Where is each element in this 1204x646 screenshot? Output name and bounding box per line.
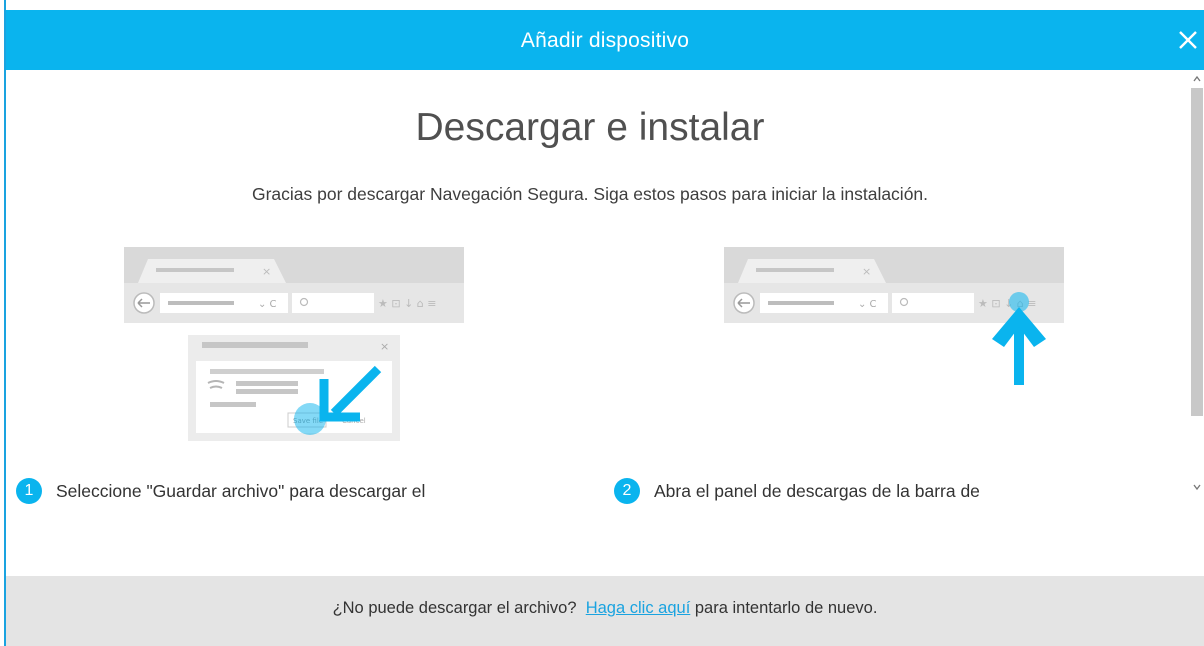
page-title: Descargar e instalar bbox=[415, 106, 765, 149]
step-number-badge: 2 bbox=[614, 478, 640, 504]
svg-text:⌄ C: ⌄ C bbox=[858, 299, 877, 310]
illustration-downloads-panel: × ⌄ C ★ ⊡ ↓ ⌂ ≡ bbox=[724, 247, 1064, 453]
footer-suffix: para intentarlo de nuevo. bbox=[694, 599, 878, 617]
step-1: 1 Seleccione "Guardar archivo" para desc… bbox=[16, 476, 425, 506]
svg-text:★ ⊡ ↓ ⌂ ≡: ★ ⊡ ↓ ⌂ ≡ bbox=[378, 297, 436, 310]
dialog-content: Descargar e instalar Gracias por descarg… bbox=[6, 70, 1204, 576]
dialog-titlebar: Añadir dispositivo bbox=[6, 10, 1204, 70]
scrollbar-thumb[interactable] bbox=[1191, 88, 1203, 416]
svg-text:×: × bbox=[380, 340, 389, 353]
retry-download-link[interactable]: Haga clic aquí bbox=[586, 599, 691, 617]
close-icon bbox=[1179, 31, 1197, 49]
footer-prefix: ¿No puede descargar el archivo? bbox=[332, 599, 577, 617]
footer-help-bar: ¿No puede descargar el archivo? Haga cli… bbox=[6, 576, 1204, 646]
step-text: Seleccione "Guardar archivo" para descar… bbox=[56, 480, 426, 501]
svg-text:×: × bbox=[262, 265, 271, 278]
scroll-up-icon[interactable] bbox=[1192, 74, 1202, 84]
illustration-save-file: × ⌄ C ★ ⊡ ↓ ⌂ ≡ × Save file Cancel bbox=[124, 247, 464, 453]
page-subtitle: Gracias por descargar Navegación Segura.… bbox=[251, 184, 929, 204]
svg-text:⌄ C: ⌄ C bbox=[258, 299, 277, 310]
step-2: 2 Abra el panel de descargas de la barra… bbox=[614, 476, 980, 506]
step-number-badge: 1 bbox=[16, 478, 42, 504]
dialog-title: Añadir dispositivo bbox=[520, 29, 690, 52]
scroll-down-icon[interactable] bbox=[1192, 482, 1202, 492]
close-button[interactable] bbox=[1174, 24, 1202, 56]
svg-text:×: × bbox=[862, 265, 871, 278]
step-text: Abra el panel de descargas de la barra d… bbox=[654, 480, 980, 501]
vertical-scrollbar[interactable] bbox=[1190, 70, 1204, 500]
